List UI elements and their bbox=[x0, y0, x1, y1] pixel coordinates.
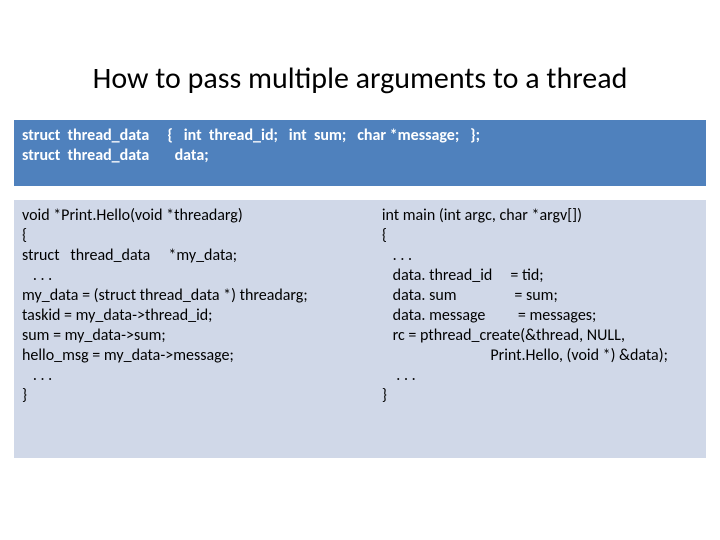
slide-title: How to pass multiple arguments to a thre… bbox=[0, 60, 720, 97]
struct-def-block: struct thread_data { int thread_id; int … bbox=[14, 120, 706, 186]
code-right: int main (int argc, char *argv[]) { . . … bbox=[374, 200, 706, 458]
slide: How to pass multiple arguments to a thre… bbox=[0, 0, 720, 540]
code-left: void *Print.Hello(void *threadarg) { str… bbox=[14, 200, 374, 458]
code-block: void *Print.Hello(void *threadarg) { str… bbox=[14, 198, 706, 458]
